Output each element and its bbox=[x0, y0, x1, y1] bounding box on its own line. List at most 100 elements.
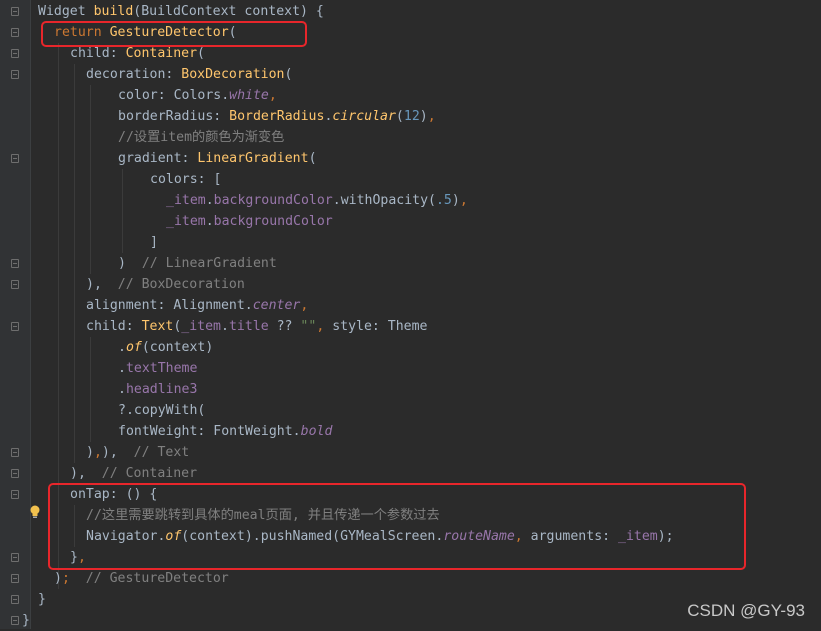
code-token: Widget bbox=[38, 4, 94, 19]
fold-toggle-icon[interactable] bbox=[11, 70, 19, 79]
code-token: white bbox=[229, 88, 269, 103]
code-token: style: Theme bbox=[332, 319, 428, 334]
code-token: alignment: Alignment. bbox=[86, 298, 253, 313]
code-line[interactable]: ), // BoxDecoration bbox=[0, 274, 245, 295]
code-token: , bbox=[268, 88, 277, 103]
code-token: ), bbox=[70, 466, 102, 481]
code-token: ( bbox=[284, 67, 293, 82]
code-line[interactable]: fontWeight: FontWeight.bold bbox=[0, 421, 332, 442]
code-line[interactable]: _item.backgroundColor bbox=[0, 211, 333, 232]
code-line[interactable]: ) // LinearGradient bbox=[0, 253, 277, 274]
fold-toggle-icon[interactable] bbox=[11, 469, 19, 478]
code-token: colors: [ bbox=[150, 172, 222, 187]
code-token: . bbox=[221, 319, 229, 334]
fold-toggle-icon[interactable] bbox=[11, 28, 19, 37]
code-token: build bbox=[93, 4, 134, 19]
code-token: gradient: bbox=[118, 151, 198, 166]
code-token: bold bbox=[300, 424, 333, 439]
code-line[interactable]: alignment: Alignment.center, bbox=[0, 295, 308, 316]
fold-toggle-icon[interactable] bbox=[11, 490, 19, 499]
code-token: ) bbox=[118, 256, 142, 271]
code-token: child: bbox=[70, 46, 126, 61]
code-line[interactable]: decoration: BoxDecoration( bbox=[0, 64, 292, 85]
code-token: , bbox=[300, 298, 309, 313]
code-token: . bbox=[118, 361, 126, 376]
fold-toggle-icon[interactable] bbox=[11, 616, 19, 625]
code-token: child: bbox=[86, 319, 142, 334]
fold-toggle-icon[interactable] bbox=[11, 574, 19, 583]
code-line[interactable]: _item.backgroundColor.withOpacity(.5), bbox=[0, 190, 468, 211]
code-line[interactable]: color: Colors.white, bbox=[0, 85, 277, 106]
fold-toggle-icon[interactable] bbox=[11, 49, 19, 58]
code-token: ( bbox=[197, 46, 205, 61]
code-token: (context) bbox=[141, 340, 214, 355]
watermark: CSDN @GY-93 bbox=[687, 601, 805, 620]
code-line[interactable]: ); // GestureDetector bbox=[0, 568, 229, 589]
code-line[interactable]: } bbox=[0, 589, 46, 610]
code-token: , bbox=[459, 193, 468, 208]
code-line[interactable]: ?.copyWith( bbox=[0, 400, 205, 421]
code-token: . bbox=[205, 193, 214, 208]
code-line[interactable]: .of(context) bbox=[0, 337, 213, 358]
code-token: } bbox=[22, 613, 30, 628]
code-token: // Container bbox=[101, 466, 198, 481]
code-token: 12 bbox=[403, 109, 420, 124]
code-line[interactable]: Widget build(BuildContext context) { bbox=[0, 1, 324, 22]
code-token: fontWeight: FontWeight. bbox=[118, 424, 301, 439]
code-token: ; bbox=[61, 571, 70, 586]
code-token: // GestureDetector bbox=[85, 571, 229, 586]
fold-toggle-icon[interactable] bbox=[11, 7, 19, 16]
code-token: borderRadius: bbox=[118, 109, 230, 124]
code-token: . bbox=[118, 340, 126, 355]
code-token: ) bbox=[54, 571, 62, 586]
code-token: center bbox=[252, 298, 301, 313]
highlight-box-return bbox=[41, 21, 307, 47]
fold-toggle-icon[interactable] bbox=[11, 553, 19, 562]
code-token: of bbox=[125, 340, 142, 355]
fold-toggle-icon[interactable] bbox=[11, 280, 19, 289]
code-token: // BoxDecoration bbox=[117, 277, 245, 292]
code-line[interactable]: colors: [ bbox=[0, 169, 221, 190]
fold-toggle-icon[interactable] bbox=[11, 154, 19, 163]
code-token: Text bbox=[141, 319, 174, 334]
code-token: "" bbox=[300, 319, 317, 334]
code-line[interactable]: borderRadius: BorderRadius.circular(12), bbox=[0, 106, 436, 127]
code-token: . bbox=[205, 214, 214, 229]
code-token: .5 bbox=[435, 193, 452, 208]
code-line[interactable]: gradient: LinearGradient( bbox=[0, 148, 317, 169]
code-token: ), bbox=[101, 445, 134, 460]
code-token: , bbox=[427, 109, 436, 124]
code-token: ) bbox=[451, 193, 460, 208]
code-token: ) bbox=[419, 109, 428, 124]
code-token: Container bbox=[125, 46, 198, 61]
code-token: (BuildContext context) { bbox=[133, 4, 324, 19]
code-line[interactable]: child: Text(_item.title ?? "", style: Th… bbox=[0, 316, 427, 337]
code-line[interactable]: ),), // Text bbox=[0, 442, 189, 463]
code-token: backgroundColor bbox=[213, 193, 333, 208]
lightbulb-icon[interactable] bbox=[29, 504, 41, 518]
code-token: circular bbox=[332, 109, 396, 124]
code-token: , bbox=[93, 445, 102, 460]
code-token: ?? bbox=[268, 319, 301, 334]
code-line[interactable]: .textTheme bbox=[0, 358, 197, 379]
code-token: headline3 bbox=[125, 382, 198, 397]
code-line[interactable]: //设置item的颜色为渐变色 bbox=[0, 127, 284, 148]
code-token: LinearGradient bbox=[197, 151, 309, 166]
code-token: } bbox=[38, 592, 46, 607]
code-line[interactable]: ), // Container bbox=[0, 463, 197, 484]
code-token: ( bbox=[395, 109, 404, 124]
fold-toggle-icon[interactable] bbox=[11, 322, 19, 331]
fold-toggle-icon[interactable] bbox=[11, 448, 19, 457]
fold-toggle-icon[interactable] bbox=[11, 259, 19, 268]
code-token: BorderRadius bbox=[229, 109, 325, 124]
code-token: decoration: bbox=[86, 67, 182, 82]
code-token: . bbox=[118, 382, 126, 397]
code-token: color: Colors. bbox=[118, 88, 230, 103]
code-token: , bbox=[316, 319, 333, 334]
code-token: .withOpacity( bbox=[332, 193, 436, 208]
code-line[interactable]: ] bbox=[0, 232, 158, 253]
code-token: ?.copyWith( bbox=[118, 403, 206, 418]
code-token: ] bbox=[150, 235, 158, 250]
code-line[interactable]: .headline3 bbox=[0, 379, 197, 400]
fold-toggle-icon[interactable] bbox=[11, 595, 19, 604]
